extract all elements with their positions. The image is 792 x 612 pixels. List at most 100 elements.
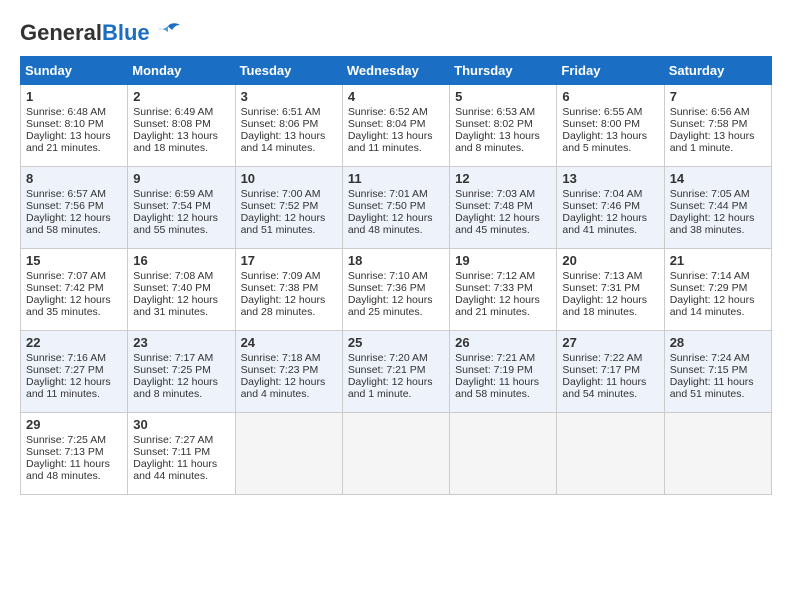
sunrise-text: Sunrise: 7:27 AM: [133, 434, 229, 446]
day-number: 15: [26, 253, 122, 268]
sunrise-text: Sunrise: 7:18 AM: [241, 352, 337, 364]
daylight-text: Daylight: 11 hours and 51 minutes.: [670, 376, 766, 400]
col-header-thursday: Thursday: [450, 57, 557, 85]
sunset-text: Sunset: 7:38 PM: [241, 282, 337, 294]
day-number: 26: [455, 335, 551, 350]
calendar-cell: [557, 413, 664, 495]
sunset-text: Sunset: 7:11 PM: [133, 446, 229, 458]
day-number: 20: [562, 253, 658, 268]
sunrise-text: Sunrise: 7:16 AM: [26, 352, 122, 364]
sunset-text: Sunset: 8:04 PM: [348, 118, 444, 130]
sunset-text: Sunset: 7:36 PM: [348, 282, 444, 294]
sunset-text: Sunset: 7:50 PM: [348, 200, 444, 212]
sunrise-text: Sunrise: 7:20 AM: [348, 352, 444, 364]
daylight-text: Daylight: 12 hours and 25 minutes.: [348, 294, 444, 318]
calendar-cell: 7 Sunrise: 6:56 AMSunset: 7:58 PMDaylight…: [664, 85, 771, 167]
day-number: 30: [133, 417, 229, 432]
calendar-table: SundayMondayTuesdayWednesdayThursdayFrid…: [20, 56, 772, 495]
sunset-text: Sunset: 8:02 PM: [455, 118, 551, 130]
calendar-cell: 24Sunrise: 7:18 AMSunset: 7:23 PMDayligh…: [235, 331, 342, 413]
day-number: 29: [26, 417, 122, 432]
sunrise-text: Sunrise: 7:12 AM: [455, 270, 551, 282]
daylight-text: Daylight: 13 hours and 11 minutes.: [348, 130, 444, 154]
daylight-text: Daylight: 11 hours and 44 minutes.: [133, 458, 229, 482]
sunrise-text: Sunrise: 7:04 AM: [562, 188, 658, 200]
day-number: 7: [670, 89, 766, 104]
sunset-text: Sunset: 7:44 PM: [670, 200, 766, 212]
sunrise-text: Sunrise: 7:13 AM: [562, 270, 658, 282]
sunset-text: Sunset: 8:06 PM: [241, 118, 337, 130]
page-header: GeneralBlue: [20, 20, 772, 46]
col-header-wednesday: Wednesday: [342, 57, 449, 85]
daylight-text: Daylight: 13 hours and 1 minute.: [670, 130, 766, 154]
col-header-friday: Friday: [557, 57, 664, 85]
sunset-text: Sunset: 7:13 PM: [26, 446, 122, 458]
day-number: 14: [670, 171, 766, 186]
sunset-text: Sunset: 7:25 PM: [133, 364, 229, 376]
col-header-tuesday: Tuesday: [235, 57, 342, 85]
calendar-cell: 20Sunrise: 7:13 AMSunset: 7:31 PMDayligh…: [557, 249, 664, 331]
day-number: 18: [348, 253, 444, 268]
calendar-cell: 28 Sunrise: 7:24 AMSunset: 7:15 PMDayligh…: [664, 331, 771, 413]
sunset-text: Sunset: 7:15 PM: [670, 364, 766, 376]
calendar-cell: 1Sunrise: 6:48 AMSunset: 8:10 PMDaylight…: [21, 85, 128, 167]
day-number: 6: [562, 89, 658, 104]
daylight-text: Daylight: 12 hours and 38 minutes.: [670, 212, 766, 236]
calendar-cell: 22Sunrise: 7:16 AMSunset: 7:27 PMDayligh…: [21, 331, 128, 413]
day-number: 27: [562, 335, 658, 350]
calendar-cell: 26Sunrise: 7:21 AMSunset: 7:19 PMDayligh…: [450, 331, 557, 413]
day-number: 4: [348, 89, 444, 104]
day-number: 21: [670, 253, 766, 268]
sunrise-text: Sunrise: 6:52 AM: [348, 106, 444, 118]
calendar-cell: 30 Sunrise: 7:27 AMSunset: 7:11 PMDayligh…: [128, 413, 235, 495]
sunrise-text: Sunrise: 7:01 AM: [348, 188, 444, 200]
daylight-text: Daylight: 12 hours and 8 minutes.: [133, 376, 229, 400]
sunset-text: Sunset: 7:33 PM: [455, 282, 551, 294]
day-number: 11: [348, 171, 444, 186]
calendar-cell: 18 Sunrise: 7:10 AMSunset: 7:36 PMDayligh…: [342, 249, 449, 331]
calendar-cell: 13Sunrise: 7:04 AMSunset: 7:46 PMDayligh…: [557, 167, 664, 249]
col-header-saturday: Saturday: [664, 57, 771, 85]
day-number: 19: [455, 253, 551, 268]
calendar-cell: 8Sunrise: 6:57 AMSunset: 7:56 PMDaylight…: [21, 167, 128, 249]
calendar-cell: 15Sunrise: 7:07 AMSunset: 7:42 PMDayligh…: [21, 249, 128, 331]
sunrise-text: Sunrise: 6:56 AM: [670, 106, 766, 118]
sunrise-text: Sunrise: 6:59 AM: [133, 188, 229, 200]
sunset-text: Sunset: 7:42 PM: [26, 282, 122, 294]
calendar-cell: 29Sunrise: 7:25 AMSunset: 7:13 PMDayligh…: [21, 413, 128, 495]
daylight-text: Daylight: 13 hours and 21 minutes.: [26, 130, 122, 154]
calendar-cell: 2Sunrise: 6:49 AMSunset: 8:08 PMDaylight…: [128, 85, 235, 167]
day-number: 16: [133, 253, 229, 268]
calendar-cell: [235, 413, 342, 495]
sunrise-text: Sunrise: 7:25 AM: [26, 434, 122, 446]
sunset-text: Sunset: 8:00 PM: [562, 118, 658, 130]
day-number: 24: [241, 335, 337, 350]
sunrise-text: Sunrise: 7:21 AM: [455, 352, 551, 364]
sunrise-text: Sunrise: 7:10 AM: [348, 270, 444, 282]
daylight-text: Daylight: 11 hours and 58 minutes.: [455, 376, 551, 400]
daylight-text: Daylight: 12 hours and 51 minutes.: [241, 212, 337, 236]
sunrise-text: Sunrise: 7:24 AM: [670, 352, 766, 364]
sunrise-text: Sunrise: 6:49 AM: [133, 106, 229, 118]
day-number: 28: [670, 335, 766, 350]
sunrise-text: Sunrise: 7:05 AM: [670, 188, 766, 200]
calendar-cell: [450, 413, 557, 495]
daylight-text: Daylight: 12 hours and 21 minutes.: [455, 294, 551, 318]
sunset-text: Sunset: 7:58 PM: [670, 118, 766, 130]
day-number: 3: [241, 89, 337, 104]
sunset-text: Sunset: 7:21 PM: [348, 364, 444, 376]
calendar-cell: 14 Sunrise: 7:05 AMSunset: 7:44 PMDayligh…: [664, 167, 771, 249]
daylight-text: Daylight: 12 hours and 4 minutes.: [241, 376, 337, 400]
sunrise-text: Sunrise: 7:14 AM: [670, 270, 766, 282]
sunset-text: Sunset: 7:46 PM: [562, 200, 658, 212]
day-number: 8: [26, 171, 122, 186]
sunset-text: Sunset: 8:08 PM: [133, 118, 229, 130]
sunset-text: Sunset: 7:56 PM: [26, 200, 122, 212]
day-number: 17: [241, 253, 337, 268]
daylight-text: Daylight: 11 hours and 54 minutes.: [562, 376, 658, 400]
calendar-week-row: 8Sunrise: 6:57 AMSunset: 7:56 PMDaylight…: [21, 167, 772, 249]
calendar-cell: 3Sunrise: 6:51 AMSunset: 8:06 PMDaylight…: [235, 85, 342, 167]
day-number: 10: [241, 171, 337, 186]
daylight-text: Daylight: 13 hours and 8 minutes.: [455, 130, 551, 154]
daylight-text: Daylight: 13 hours and 18 minutes.: [133, 130, 229, 154]
